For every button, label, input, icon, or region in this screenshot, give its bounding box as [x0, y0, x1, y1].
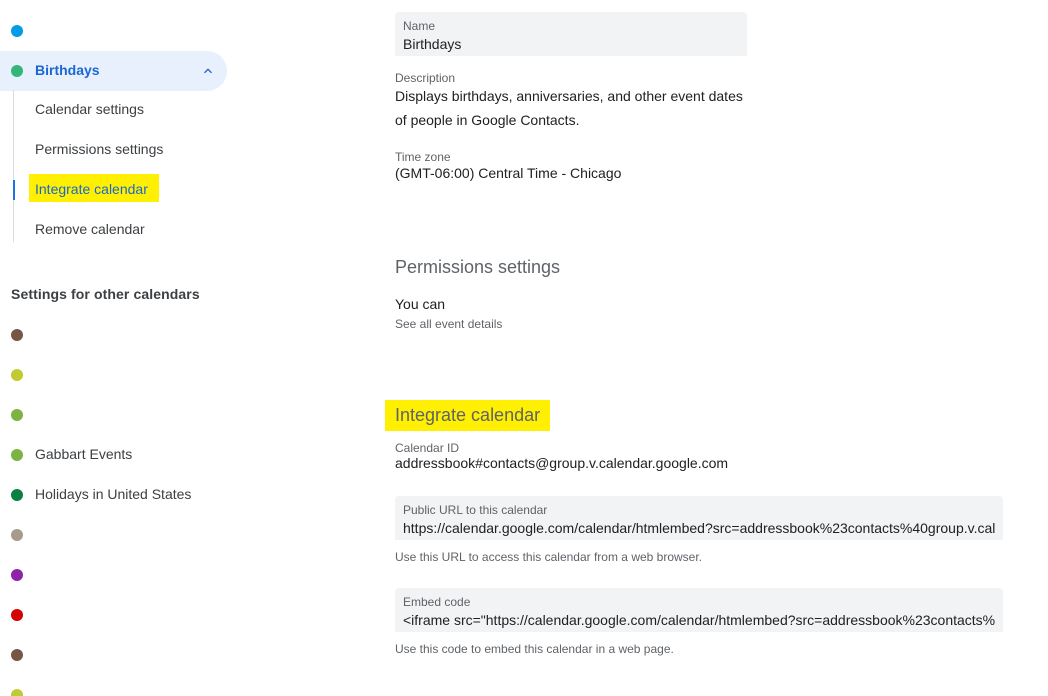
sidebar-other-calendar-item[interactable] — [0, 595, 228, 635]
calendar-color-dot — [11, 649, 23, 661]
calendar-color-dot — [11, 329, 23, 341]
calendar-color-dot — [11, 409, 23, 421]
sidebar-other-calendar-item[interactable] — [0, 675, 228, 696]
description-label: Description — [395, 71, 456, 85]
calendar-id-label: Calendar ID — [395, 441, 460, 455]
settings-page: Birthdays Calendar settings Permissions … — [0, 0, 1048, 696]
sidebar-other-calendar-item[interactable] — [0, 315, 228, 355]
public-url-field[interactable]: Public URL to this calendar https://cale… — [395, 496, 1003, 540]
subnav-permissions-settings[interactable]: Permissions settings — [14, 130, 214, 170]
calendar-color-dot — [11, 489, 23, 501]
name-field-label: Name — [403, 19, 436, 33]
embed-code-label: Embed code — [403, 595, 471, 609]
embed-code-field[interactable]: Embed code <iframe src="https://calendar… — [395, 588, 1003, 632]
other-calendars-heading: Settings for other calendars — [11, 286, 200, 302]
subnav-calendar-settings[interactable]: Calendar settings — [14, 90, 214, 130]
calendar-color-dot — [11, 449, 23, 461]
description-text: Displays birthdays, anniversaries, and o… — [395, 88, 743, 128]
timezone-value: (GMT-06:00) Central Time - Chicago — [395, 165, 622, 181]
permissions-section-title: Permissions settings — [395, 257, 561, 277]
sidebar-item-label: Holidays in United States — [35, 486, 192, 502]
sidebar-calendar-item[interactable] — [0, 11, 228, 51]
sidebar-other-calendar-item[interactable]: Holidays in United States — [0, 475, 228, 515]
subnav-integrate-calendar[interactable]: Integrate calendar — [14, 170, 214, 210]
public-url-value: https://calendar.google.com/calendar/htm… — [403, 520, 995, 536]
integrate-section-title: Integrate calendar — [395, 405, 541, 425]
subnav-remove-calendar[interactable]: Remove calendar — [14, 210, 214, 250]
subnav-label: Integrate calendar — [35, 181, 148, 197]
sidebar-item-birthdays[interactable]: Birthdays — [0, 51, 227, 91]
calendar-color-dot — [11, 65, 23, 77]
subnav-label: Remove calendar — [35, 221, 145, 237]
public-url-help: Use this URL to access this calendar fro… — [395, 550, 703, 564]
chevron-up-icon[interactable] — [200, 63, 216, 79]
sidebar-other-calendar-item[interactable] — [0, 395, 228, 435]
permissions-you-can: You can — [395, 296, 446, 312]
sidebar-other-calendar-item[interactable] — [0, 635, 228, 675]
calendar-subnav: Calendar settings Permissions settings I… — [13, 90, 228, 242]
name-field-value: Birthdays — [403, 36, 462, 52]
settings-main: Name Birthdays Description Displays birt… — [385, 0, 1015, 696]
calendar-color-dot — [11, 529, 23, 541]
timezone-label: Time zone — [395, 150, 451, 164]
embed-code-value: <iframe src="https://calendar.google.com… — [403, 612, 995, 628]
public-url-label: Public URL to this calendar — [403, 503, 548, 517]
embed-code-help: Use this code to embed this calendar in … — [395, 642, 674, 656]
calendar-color-dot — [11, 25, 23, 37]
name-field[interactable]: Name Birthdays — [395, 12, 747, 56]
calendar-color-dot — [11, 689, 23, 696]
sidebar-other-calendar-item[interactable] — [0, 355, 228, 395]
calendar-id-value: addressbook#contacts@group.v.calendar.go… — [395, 455, 729, 471]
calendar-color-dot — [11, 369, 23, 381]
calendar-color-dot — [11, 569, 23, 581]
settings-sidebar: Birthdays Calendar settings Permissions … — [0, 0, 240, 696]
subnav-label: Permissions settings — [35, 141, 164, 157]
permissions-detail: See all event details — [395, 317, 503, 331]
sidebar-other-calendar-item[interactable]: Gabbart Events — [0, 435, 228, 475]
sidebar-item-label: Birthdays — [35, 62, 100, 78]
sidebar-item-label: Gabbart Events — [35, 446, 133, 462]
calendar-color-dot — [11, 609, 23, 621]
subnav-label: Calendar settings — [35, 101, 144, 117]
sidebar-other-calendar-item[interactable] — [0, 515, 228, 555]
sidebar-other-calendar-item[interactable] — [0, 555, 228, 595]
